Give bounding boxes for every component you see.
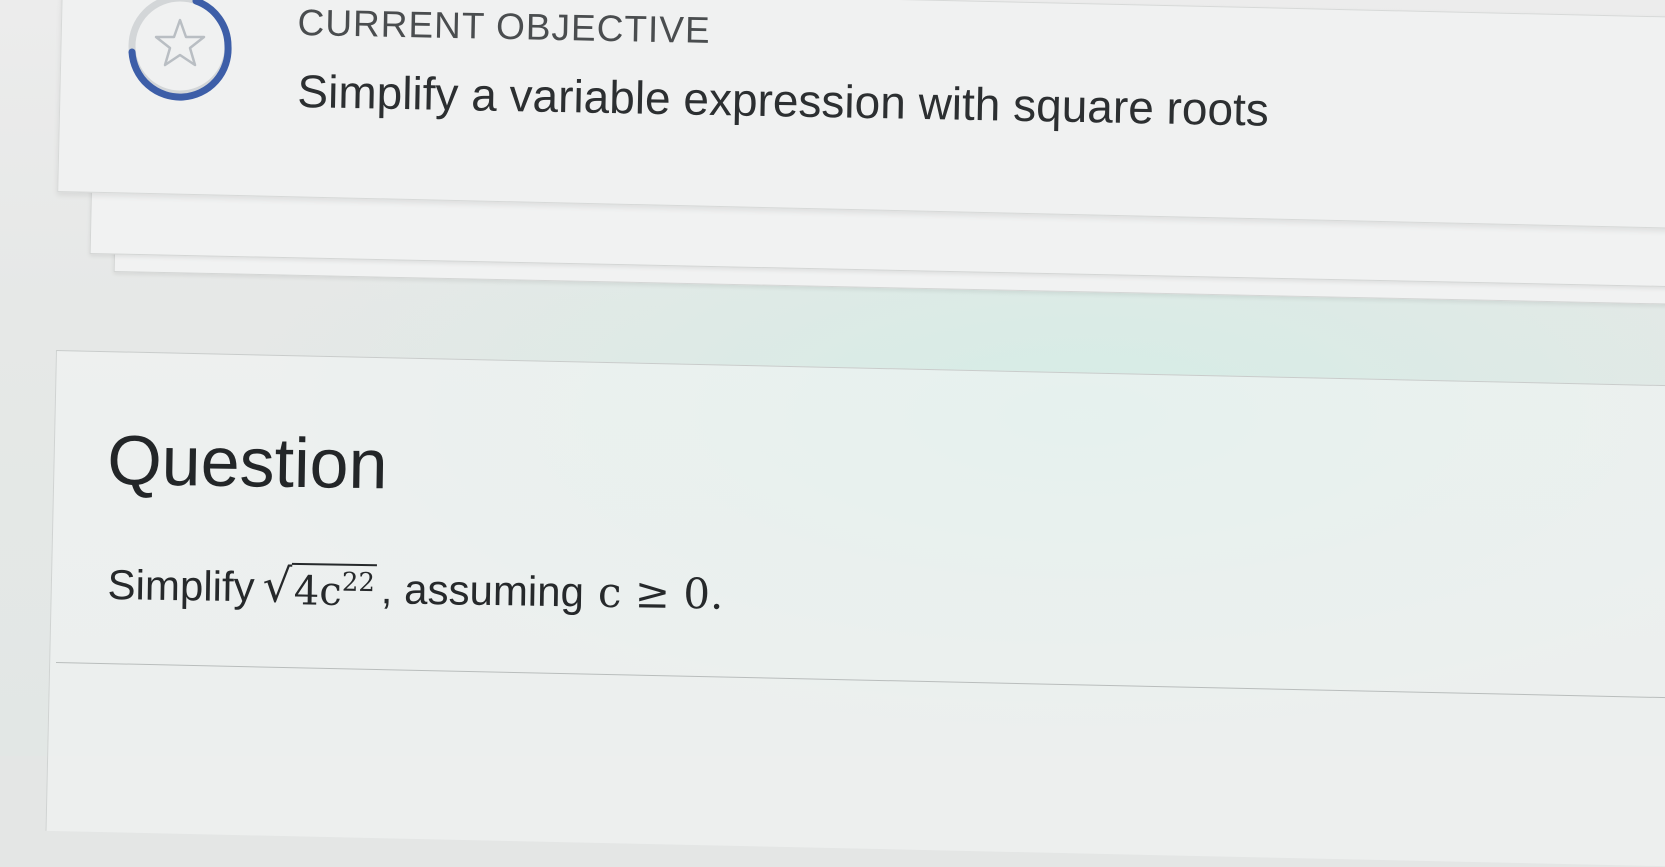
square-root-expression: √ 4c22	[262, 558, 378, 616]
radicand-base: 4c	[293, 568, 343, 616]
question-prompt: Simplify √ 4c22 , assuming c ≥ 0 .	[107, 558, 724, 619]
radicand-exponent: 22	[341, 567, 376, 599]
prompt-prefix: Simplify	[107, 560, 255, 611]
prompt-middle: , assuming	[380, 565, 585, 616]
objective-progress-ring	[124, 0, 236, 102]
prompt-end: .	[709, 569, 724, 619]
question-heading: Question	[106, 420, 389, 504]
star-icon	[154, 18, 206, 67]
condition-expression: c ≥ 0	[597, 567, 711, 619]
objective-label: CURRENT OBJECTIVE	[297, 2, 712, 51]
radical-sign-icon: √	[262, 558, 293, 613]
radicand: 4c22	[291, 562, 378, 616]
